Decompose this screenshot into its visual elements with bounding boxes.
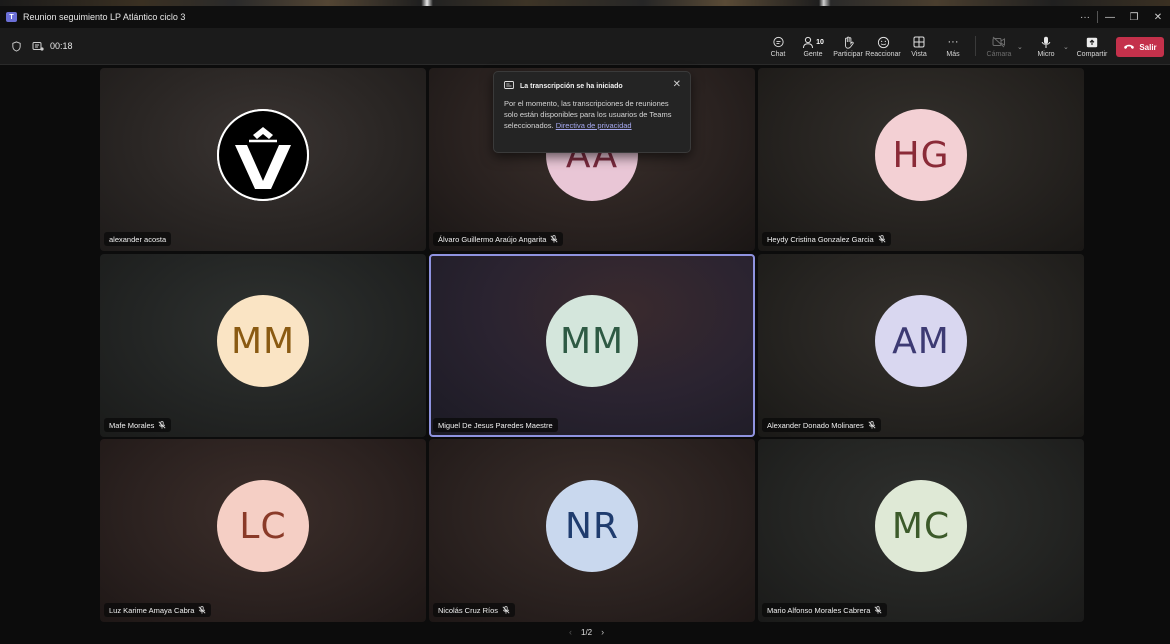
participant-name-tag: Álvaro Guillermo Araújo Angarita xyxy=(433,232,564,246)
raise-hand-label: Participar xyxy=(833,51,863,58)
avatar: NR xyxy=(546,480,638,572)
share-label: Compartir xyxy=(1076,51,1108,58)
hang-up-icon xyxy=(1123,43,1135,52)
avatar: MM xyxy=(546,295,638,387)
shield-icon[interactable] xyxy=(10,40,22,52)
minimize-button[interactable]: — xyxy=(1098,12,1122,23)
raise-hand-button[interactable]: Participar xyxy=(833,28,863,64)
people-button[interactable]: 10 Gente xyxy=(800,28,826,64)
participant-tile-active-speaker[interactable]: MM Miguel De Jesus Paredes Maestre xyxy=(429,254,755,437)
chat-label: Chat xyxy=(770,51,786,58)
participant-name-tag: Miguel De Jesus Paredes Maestre xyxy=(433,418,558,432)
share-button[interactable]: Compartir xyxy=(1074,28,1110,64)
more-options-button[interactable]: ··· xyxy=(1073,12,1097,23)
smiley-icon xyxy=(877,34,890,50)
participant-name: alexander acosta xyxy=(109,234,167,244)
avatar: MC xyxy=(875,480,967,572)
meeting-timer: 00:18 xyxy=(50,41,73,51)
window-controls: ··· — ❐ ✕ xyxy=(1073,6,1170,28)
mic-off-icon xyxy=(878,235,886,243)
transcription-notification: La transcripción se ha iniciado ✕ Por el… xyxy=(493,71,691,153)
gallery-pager: ‹ 1/2 › xyxy=(569,627,604,637)
people-count: 10 xyxy=(816,38,824,46)
participant-name: Álvaro Guillermo Araújo Angarita xyxy=(438,234,547,244)
mic-off-icon xyxy=(550,235,558,243)
participant-tile[interactable]: HG Heydy Cristina Gonzalez Garcia xyxy=(758,68,1084,251)
next-page-icon[interactable]: › xyxy=(601,627,604,637)
mic-off-icon xyxy=(198,606,206,614)
transcript-icon xyxy=(504,81,514,91)
participant-name-tag: alexander acosta xyxy=(104,232,172,246)
participant-tile[interactable]: NR Nicolás Cruz Ríos xyxy=(429,439,755,622)
participant-name: Alexander Donado Molinares xyxy=(767,420,864,430)
participant-tile[interactable]: alexander acosta xyxy=(100,68,426,251)
participant-name-tag: Mafe Morales xyxy=(104,418,172,432)
toast-title: La transcripción se ha iniciado xyxy=(520,82,623,90)
meeting-toolbar: 00:18 Chat 10 Gente Participar Reacciona… xyxy=(0,28,1170,65)
participant-name-tag: Alexander Donado Molinares xyxy=(762,418,881,432)
participant-name: Mafe Morales xyxy=(109,420,155,430)
more-label: Más xyxy=(946,51,960,58)
react-label: Reaccionar xyxy=(865,51,901,58)
camera-button[interactable]: Cámara xyxy=(984,28,1014,64)
teams-icon: T xyxy=(6,12,17,22)
avatar: MM xyxy=(217,295,309,387)
recording-icon[interactable] xyxy=(32,40,44,52)
participant-name-tag: Heydy Cristina Gonzalez Garcia xyxy=(762,232,891,246)
privacy-policy-link[interactable]: Directiva de privacidad xyxy=(556,121,632,130)
participant-tile[interactable]: LC Luz Karime Amaya Cabra xyxy=(100,439,426,622)
leave-label: Salir xyxy=(1139,42,1157,52)
hand-icon xyxy=(842,34,854,50)
avatar: LC xyxy=(217,480,309,572)
view-button[interactable]: Vista xyxy=(906,28,932,64)
participant-tile[interactable]: MM Mafe Morales xyxy=(100,254,426,437)
toast-body: Por el momento, las transcripciones de r… xyxy=(504,98,684,131)
close-icon[interactable]: ✕ xyxy=(673,79,681,90)
mic-label: Micro xyxy=(1037,51,1055,58)
leave-button[interactable]: Salir xyxy=(1116,37,1164,57)
mic-off-icon xyxy=(868,421,876,429)
participant-name: Mario Alfonso Morales Cabrera xyxy=(767,605,871,615)
more-icon: ··· xyxy=(947,36,959,48)
mic-button[interactable]: Micro xyxy=(1034,28,1058,64)
react-button[interactable]: Reaccionar xyxy=(865,28,901,64)
avatar: AM xyxy=(875,295,967,387)
participant-name-tag: Mario Alfonso Morales Cabrera xyxy=(762,603,888,617)
people-icon: 10 xyxy=(802,34,824,50)
participant-name-tag: Luz Karime Amaya Cabra xyxy=(104,603,212,617)
chat-button[interactable]: Chat xyxy=(766,28,790,64)
avatar xyxy=(217,109,309,201)
divider xyxy=(975,36,976,56)
participant-name: Miguel De Jesus Paredes Maestre xyxy=(438,420,553,430)
mic-options-chevron[interactable]: ⌄ xyxy=(1063,43,1069,51)
participant-tile[interactable]: AM Alexander Donado Molinares xyxy=(758,254,1084,437)
camera-options-chevron[interactable]: ⌄ xyxy=(1017,43,1023,51)
participant-name: Nicolás Cruz Ríos xyxy=(438,605,499,615)
close-window-button[interactable]: ✕ xyxy=(1146,12,1170,23)
chat-icon xyxy=(772,34,785,50)
participant-name-tag: Nicolás Cruz Ríos xyxy=(433,603,516,617)
mic-off-icon xyxy=(874,606,882,614)
page-indicator: 1/2 xyxy=(581,627,593,637)
grid-icon xyxy=(913,34,925,50)
title-bar: T Reunion seguimiento LP Atlántico ciclo… xyxy=(0,6,1170,28)
window-title: Reunion seguimiento LP Atlántico ciclo 3 xyxy=(23,12,186,22)
participant-tile[interactable]: MC Mario Alfonso Morales Cabrera xyxy=(758,439,1084,622)
participant-name: Luz Karime Amaya Cabra xyxy=(109,605,195,615)
view-label: Vista xyxy=(911,51,927,58)
previous-page-icon[interactable]: ‹ xyxy=(569,627,572,637)
share-icon xyxy=(1086,34,1098,50)
toast-header: La transcripción se ha iniciado xyxy=(504,81,623,91)
more-button[interactable]: ··· Más xyxy=(941,28,965,64)
profile-logo-icon xyxy=(217,109,309,201)
camera-off-icon xyxy=(992,34,1006,50)
camera-label: Cámara xyxy=(986,51,1012,58)
participant-name: Heydy Cristina Gonzalez Garcia xyxy=(767,234,874,244)
people-label: Gente xyxy=(803,51,823,58)
microphone-icon xyxy=(1041,34,1051,50)
mic-off-icon xyxy=(502,606,510,614)
avatar: HG xyxy=(875,109,967,201)
mic-off-icon xyxy=(158,421,166,429)
restore-button[interactable]: ❐ xyxy=(1122,12,1146,23)
